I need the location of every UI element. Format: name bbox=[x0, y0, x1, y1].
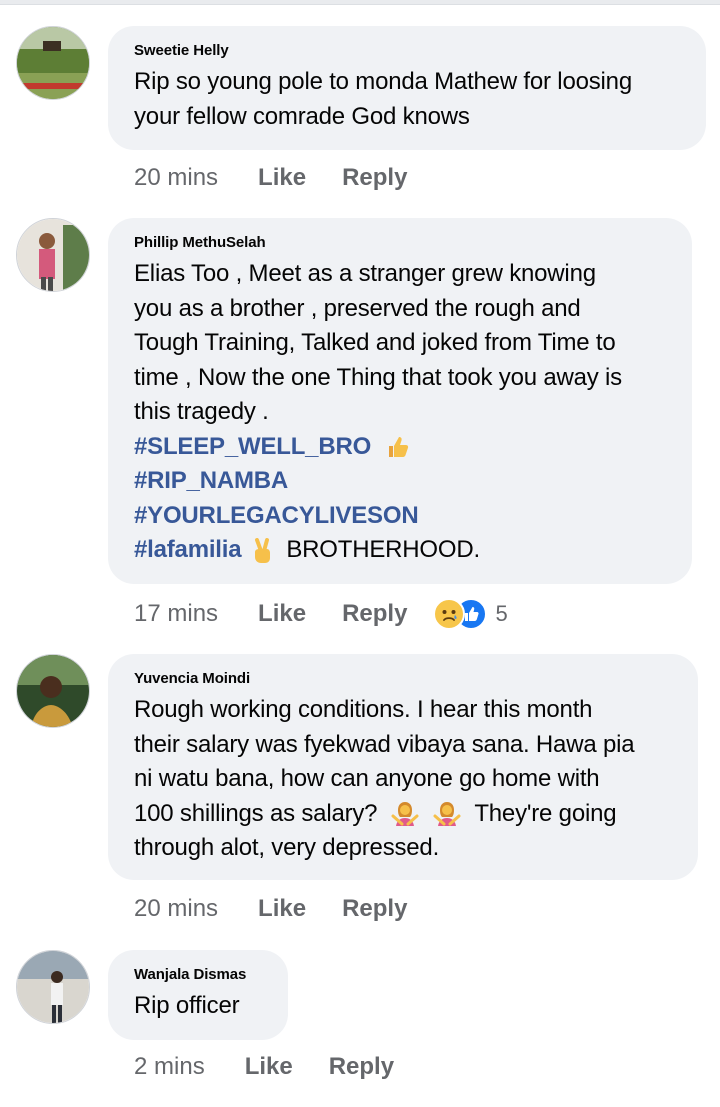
comment-line-part: 100 shillings as salary? bbox=[134, 799, 378, 827]
comment-author[interactable]: Wanjala Dismas bbox=[134, 966, 262, 983]
comment-bubble: Wanjala Dismas Rip officer bbox=[108, 950, 288, 1040]
comment-bubble: Yuvencia Moindi Rough working conditions… bbox=[108, 654, 698, 880]
reply-button[interactable]: Reply bbox=[342, 895, 407, 923]
like-button[interactable]: Like bbox=[258, 600, 306, 628]
avatar[interactable] bbox=[16, 950, 90, 1024]
like-button[interactable]: Like bbox=[258, 895, 306, 923]
reaction-summary[interactable]: 5 bbox=[433, 598, 508, 630]
hashtag-link[interactable]: #SLEEP_WELL_BRO bbox=[134, 433, 371, 460]
comment-actions: 20 mins Like Reply bbox=[134, 164, 443, 192]
comment-line: this tragedy . bbox=[134, 398, 269, 425]
comment-text: Rip so young pole to monda Mathew for lo… bbox=[134, 65, 680, 134]
comment-line: time , Now the one Thing that took you a… bbox=[134, 363, 622, 391]
comment-author[interactable]: Phillip MethuSelah bbox=[134, 234, 666, 251]
comment-line: through alot, very depressed. bbox=[134, 834, 440, 861]
woman-gesturing-no-emoji bbox=[391, 802, 419, 827]
comment-line: you as a brother , preserved the rough a… bbox=[134, 294, 581, 322]
comment-line: their salary was fyekwad vibaya sana. Ha… bbox=[134, 730, 635, 758]
sad-reaction-icon bbox=[433, 598, 466, 630]
comment-tail-text: BROTHERHOOD. bbox=[286, 536, 480, 563]
thumbs-up-emoji bbox=[388, 437, 408, 458]
reply-button[interactable]: Reply bbox=[342, 600, 407, 628]
comment-actions: 17 mins Like Reply 5 bbox=[134, 598, 508, 630]
comment-line: ni watu bana, how can anyone go home wit… bbox=[134, 765, 600, 792]
avatar[interactable] bbox=[16, 218, 90, 292]
comment-line-part: They're going bbox=[474, 799, 617, 827]
reply-button[interactable]: Reply bbox=[342, 164, 407, 192]
like-button[interactable]: Like bbox=[258, 164, 306, 192]
comment-line: Tough Training, Talked and joked from Ti… bbox=[134, 329, 616, 356]
comment-bubble: Sweetie Helly Rip so young pole to monda… bbox=[108, 26, 706, 150]
comment-author[interactable]: Sweetie Helly bbox=[134, 42, 680, 59]
comment-timestamp[interactable]: 2 mins bbox=[134, 1053, 205, 1081]
comment-timestamp[interactable]: 17 mins bbox=[134, 600, 218, 628]
hashtag-link[interactable]: #RIP_NAMBA bbox=[134, 467, 288, 494]
comment-line: Elias Too , Meet as a stranger grew know… bbox=[134, 260, 596, 287]
comment-timestamp[interactable]: 20 mins bbox=[134, 164, 218, 192]
comment-actions: 20 mins Like Reply bbox=[134, 895, 443, 923]
top-divider bbox=[0, 0, 720, 5]
hashtag-line: #RIP_NAMBA bbox=[134, 464, 666, 499]
hashtag-link[interactable]: #lafamilia bbox=[134, 536, 242, 563]
avatar[interactable] bbox=[16, 654, 90, 728]
comment-timestamp[interactable]: 20 mins bbox=[134, 895, 218, 923]
hashtag-line: #YOURLEGACYLIVESON bbox=[134, 499, 666, 534]
comment-line: Rough working conditions. I hear this mo… bbox=[134, 696, 593, 723]
like-button[interactable]: Like bbox=[245, 1053, 293, 1081]
comment-text: Rough working conditions. I hear this mo… bbox=[134, 693, 672, 866]
reply-button[interactable]: Reply bbox=[329, 1053, 394, 1081]
comment-text: Rip officer bbox=[134, 989, 262, 1024]
hashtag-link[interactable]: #YOURLEGACYLIVESON bbox=[134, 502, 419, 529]
comment-author[interactable]: Yuvencia Moindi bbox=[134, 670, 672, 687]
comment-text: Elias Too , Meet as a stranger grew know… bbox=[134, 257, 666, 568]
avatar[interactable] bbox=[16, 26, 90, 100]
comment-actions: 2 mins Like Reply bbox=[134, 1053, 430, 1081]
victory-hand-emoji bbox=[254, 537, 270, 563]
comment-line: your fellow comrade God knows bbox=[134, 102, 470, 130]
hashtag-line: #SLEEP_WELL_BRO bbox=[134, 430, 666, 465]
reaction-count: 5 bbox=[495, 601, 508, 626]
hashtag-line: #lafamilia BROTHERHOOD. bbox=[134, 533, 666, 568]
comment-bubble: Phillip MethuSelah Elias Too , Meet as a… bbox=[108, 218, 692, 584]
woman-gesturing-no-emoji bbox=[433, 802, 461, 827]
comment-line: Rip officer bbox=[134, 992, 240, 1019]
comment-line: Rip so young pole to monda Mathew for lo… bbox=[134, 68, 632, 95]
comment-line: 100 shillings as salary? They're going bbox=[134, 797, 672, 832]
